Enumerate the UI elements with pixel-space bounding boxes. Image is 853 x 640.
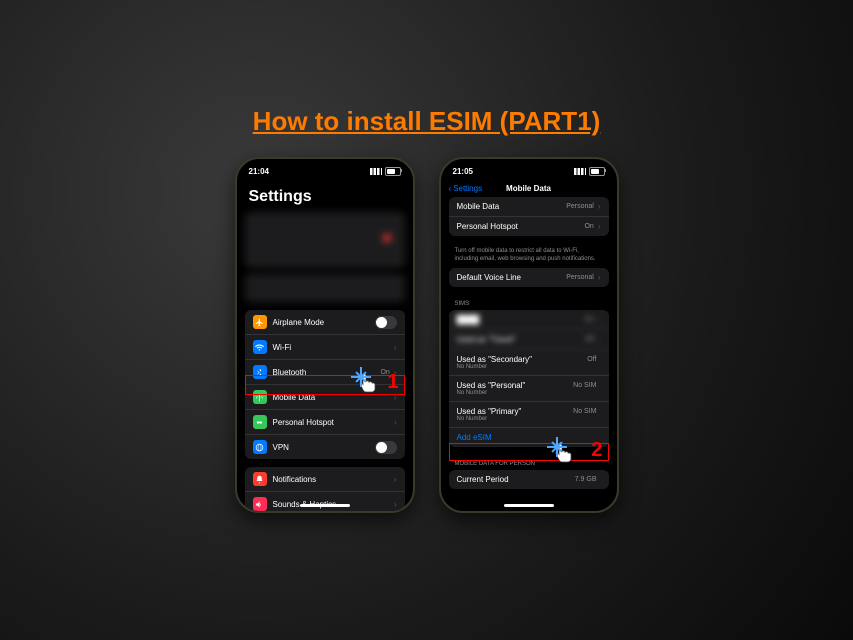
vpn-toggle[interactable] [375, 441, 397, 454]
settings-header: Settings [237, 180, 413, 212]
usage-header: MOBILE DATA FOR PERSON [441, 455, 617, 470]
mobile-data-value: Personal [566, 203, 594, 210]
phones-container: 21:04 Settings Airplane Mode Wi-Fi [0, 157, 853, 513]
antenna-icon [253, 390, 267, 404]
add-esim-row[interactable]: Add eSIM [449, 428, 609, 447]
hotspot-label: Personal Hotspot [457, 222, 585, 231]
mobile-data-label: Mobile Data [273, 393, 394, 402]
hotspot-row[interactable]: Personal Hotspot › [245, 410, 405, 435]
chevron-icon: › [598, 273, 601, 282]
vpn-icon [253, 440, 267, 454]
chevron-left-icon: ‹ [449, 184, 452, 193]
step2-number: 2 [591, 439, 602, 462]
sounds-icon [253, 497, 267, 511]
nav-title: Mobile Data [506, 184, 551, 193]
voice-line-row[interactable]: Default Voice Line Personal › [449, 268, 609, 287]
notch [494, 159, 564, 173]
back-button[interactable]: ‹ Settings [449, 184, 483, 193]
airplane-mode-row[interactable]: Airplane Mode [245, 310, 405, 335]
current-period-label: Current Period [457, 475, 575, 484]
sim-row-3[interactable]: Used as "Secondary" Off No Number [449, 350, 609, 376]
sim5-value: No SIM [573, 408, 596, 415]
home-indicator [504, 504, 554, 507]
usage-group: Current Period 7.9 GB [449, 470, 609, 489]
sim3-label: Used as "Secondary" [457, 355, 533, 364]
sim1-value: On [584, 316, 593, 323]
chevron-icon: › [598, 202, 601, 211]
apple-id-row-blurred [245, 212, 405, 268]
wifi-icon [253, 340, 267, 354]
data-hint: Turn off mobile data to restrict all dat… [441, 244, 617, 268]
notch [290, 159, 360, 173]
sim5-label: Used as "Primary" [457, 407, 522, 416]
battery-icon [589, 167, 605, 176]
mobile-data-label: Mobile Data [457, 202, 567, 211]
current-period-value: 7.9 GB [575, 476, 597, 483]
sims-group: ████ On › Used as "Travel" Off › Used as… [449, 310, 609, 447]
voice-line-label: Default Voice Line [457, 273, 567, 282]
mobile-data-row[interactable]: Mobile Data › [245, 385, 405, 410]
voice-group: Default Voice Line Personal › [449, 268, 609, 287]
hotspot-label: Personal Hotspot [273, 418, 394, 427]
wifi-row[interactable]: Wi-Fi › [245, 335, 405, 360]
sim-row-5[interactable]: Used as "Primary" No SIM No Number [449, 402, 609, 428]
bluetooth-label: Bluetooth [273, 368, 381, 377]
sim4-value: No SIM [573, 382, 596, 389]
home-indicator [300, 504, 350, 507]
hotspot-icon [253, 415, 267, 429]
chevron-icon: › [394, 500, 397, 509]
sim-row-4[interactable]: Used as "Personal" No SIM No Number [449, 376, 609, 402]
back-label: Settings [453, 184, 482, 193]
airplane-icon [253, 315, 267, 329]
chevron-icon: › [598, 315, 601, 324]
bluetooth-icon [253, 365, 267, 379]
hotspot-row[interactable]: Personal Hotspot On › [449, 217, 609, 236]
vpn-label: VPN [273, 443, 375, 452]
notifications-label: Notifications [273, 475, 394, 484]
sim2-label: Used as "Travel" [457, 335, 585, 344]
connectivity-group: Airplane Mode Wi-Fi › Bluetooth On › Mob… [245, 310, 405, 459]
page-title: How to install ESIM (PART1) [0, 0, 853, 137]
phone-settings: 21:04 Settings Airplane Mode Wi-Fi [235, 157, 415, 513]
sim-row-2[interactable]: Used as "Travel" Off › [449, 330, 609, 350]
chevron-icon: › [598, 335, 601, 344]
sim3-sub: No Number [457, 364, 488, 370]
sim-row-1[interactable]: ████ On › [449, 310, 609, 330]
suggestions-row-blurred [245, 274, 405, 302]
voice-line-value: Personal [566, 274, 594, 281]
chevron-icon: › [394, 418, 397, 427]
bluetooth-row[interactable]: Bluetooth On › [245, 360, 405, 385]
airplane-label: Airplane Mode [273, 318, 375, 327]
chevron-icon: › [394, 343, 397, 352]
vpn-row[interactable]: VPN [245, 435, 405, 459]
nav-bar: ‹ Settings Mobile Data [441, 180, 617, 197]
notifications-icon [253, 472, 267, 486]
hotspot-value: On [584, 223, 593, 230]
status-time: 21:05 [453, 167, 473, 176]
sim4-label: Used as "Personal" [457, 381, 526, 390]
wifi-label: Wi-Fi [273, 343, 394, 352]
battery-icon [385, 167, 401, 176]
current-period-row[interactable]: Current Period 7.9 GB [449, 470, 609, 489]
status-time: 21:04 [249, 167, 269, 176]
sounds-row[interactable]: Sounds & Haptics › [245, 492, 405, 513]
step1-number: 1 [387, 371, 398, 394]
sim2-value: Off [585, 336, 594, 343]
sims-header: SIMs [441, 295, 617, 310]
chevron-icon: › [598, 222, 601, 231]
signal-icon [370, 168, 382, 175]
sim1-label: ████ [457, 315, 585, 324]
sim3-value: Off [587, 356, 596, 363]
sim5-sub: No Number [457, 416, 488, 422]
airplane-toggle[interactable] [375, 316, 397, 329]
sim4-sub: No Number [457, 390, 488, 396]
data-group: Mobile Data Personal › Personal Hotspot … [449, 197, 609, 236]
signal-icon [574, 168, 586, 175]
notifications-row[interactable]: Notifications › [245, 467, 405, 492]
phone-mobile-data: 21:05 ‹ Settings Mobile Data Mobile Data… [439, 157, 619, 513]
chevron-icon: › [394, 475, 397, 484]
mobile-data-row[interactable]: Mobile Data Personal › [449, 197, 609, 217]
add-esim-label: Add eSIM [457, 433, 601, 442]
